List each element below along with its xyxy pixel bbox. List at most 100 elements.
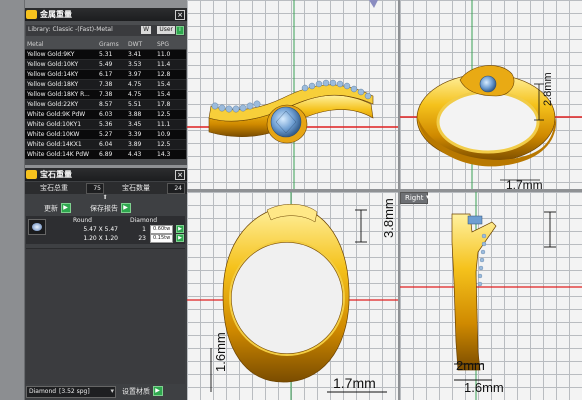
tab-user[interactable]: User <box>157 26 175 34</box>
metal-library-label: Library: Classic -(Fast)-Metal <box>28 26 113 33</box>
gem-row-go-icon[interactable]: ▶ <box>176 225 184 233</box>
viewport-front[interactable]: 3.8mm 1.6mm 1.7mm <box>187 192 398 400</box>
table-cell: 8.57 <box>97 99 126 110</box>
total-weight-label: 宝石总重 <box>40 184 68 192</box>
gem-panel-title: 宝石重量 <box>40 170 72 179</box>
table-cell: 6.89 <box>97 149 126 159</box>
material-row: Diamond [3.52 spg] ▾ 设置材质 ▶ <box>26 386 185 398</box>
gem-weight-panel: 宝石重量 × 宝石总重 75 宝石数量 24 ⬆ 更新 ▶ 保存报告 ▶ Rou… <box>24 168 187 400</box>
table-cell: 5.49 <box>97 59 126 70</box>
close-icon[interactable]: × <box>175 170 185 180</box>
viewport-name-right[interactable]: Right <box>400 192 429 204</box>
viewport-iso[interactable]: 2.8mm 1.7mm <box>400 0 582 189</box>
table-cell: 10.9 <box>155 129 186 140</box>
viewport-menu-chevron-icon[interactable]: ▾ <box>426 193 430 201</box>
table-cell: 6.17 <box>97 69 126 80</box>
table-cell: 4.43 <box>126 149 155 159</box>
gem-thumb[interactable] <box>28 219 46 235</box>
table-cell: 12.5 <box>155 109 186 120</box>
table-row[interactable]: Yellow Gold:14KY 6.17 3.97 12.8 <box>25 69 186 80</box>
close-icon[interactable]: × <box>175 10 185 20</box>
table-cell: 6.04 <box>97 139 126 150</box>
table-row[interactable]: White Gold:9K PdW 6.03 3.88 12.5 <box>25 109 186 120</box>
gem-summary-row: 宝石总重 75 宝石数量 24 <box>24 182 187 194</box>
save-report-button[interactable]: 保存报告 ▶ <box>90 203 131 214</box>
metal-weight-panel: 金属重量 × Library: Classic -(Fast)-Metal W … <box>24 8 187 165</box>
dim-label-br-3: 1.6mm <box>464 380 504 395</box>
gem-actions-row: 更新 ▶ 保存报告 ▶ <box>24 202 187 214</box>
table-cell: Yellow Gold:18KY R... <box>25 89 97 100</box>
app-logo-icon <box>26 10 37 19</box>
metal-panel-titlebar[interactable]: 金属重量 × <box>24 8 187 21</box>
table-cell: 11.4 <box>155 59 186 70</box>
table-row[interactable]: White Gold:14K PdW 6.89 4.43 14.3 <box>25 149 186 159</box>
table-cell: White Gold:14KX1 <box>25 139 97 150</box>
col-header-spg[interactable]: SPG <box>155 40 186 50</box>
dim-label-tr-1: 2.8mm <box>542 72 554 106</box>
set-material-go-icon: ▶ <box>152 386 163 396</box>
tab-w[interactable]: W <box>141 26 151 34</box>
gem-row-go-icon[interactable]: ▶ <box>176 234 184 242</box>
table-cell: White Gold:10KY1 <box>25 119 97 130</box>
table-cell: Yellow Gold:9KY <box>25 49 97 60</box>
material-select[interactable]: Diamond [3.52 spg] ▾ <box>26 386 116 398</box>
table-cell: 15.4 <box>155 89 186 100</box>
round-diamond-icon <box>32 223 42 231</box>
dim-label-tr-2: 1.7mm <box>506 178 543 189</box>
table-cell: 14.3 <box>155 149 186 159</box>
dim-label-bl-1: 3.8mm <box>381 198 396 238</box>
table-cell: White Gold:10KW <box>25 129 97 140</box>
table-row[interactable]: Yellow Gold:10KY 5.49 3.53 11.4 <box>25 59 186 70</box>
table-cell: 3.53 <box>126 59 155 70</box>
refresh-go-icon: ▶ <box>60 203 71 213</box>
table-cell: 4.75 <box>126 89 155 100</box>
table-row[interactable]: Yellow Gold:18KY R... 7.38 4.75 15.4 <box>25 89 186 100</box>
col-header-metal[interactable]: Metal <box>25 40 97 50</box>
table-cell: 3.89 <box>126 139 155 150</box>
gem-list-blank <box>26 248 185 384</box>
table-cell: 5.36 <box>97 119 126 130</box>
viewport-perspective[interactable] <box>187 0 398 189</box>
table-row[interactable]: White Gold:10KY1 5.36 3.45 11.1 <box>25 119 186 130</box>
table-cell: 4.75 <box>126 79 155 90</box>
metal-panel-title: 金属重量 <box>40 10 72 19</box>
col-header-dwt[interactable]: DWT <box>126 40 155 50</box>
table-row[interactable]: Yellow Gold:9KY 5.31 3.41 11.0 <box>25 49 186 60</box>
table-cell: 7.38 <box>97 89 126 100</box>
gem-row[interactable]: 1.20 X 1.20 23 0.15tw ▶ <box>58 234 186 243</box>
table-cell: Yellow Gold:14KY <box>25 69 97 80</box>
table-cell: White Gold:14K PdW <box>25 149 97 159</box>
metal-table: Metal Grams DWT SPG Yellow Gold:9KY 5.31 3… <box>25 40 186 159</box>
refresh-button[interactable]: 更新 ▶ <box>44 203 71 214</box>
gem-list: Round Diamond 5.47 X 5.47 1 0.60tw ▶ 1.20 X … <box>26 216 185 244</box>
table-cell: 5.51 <box>126 99 155 110</box>
info-icon[interactable]: i <box>176 26 184 35</box>
col-header-grams[interactable]: Grams <box>97 40 126 50</box>
gem-panel-titlebar[interactable]: 宝石重量 × <box>24 168 187 181</box>
table-row[interactable]: White Gold:10KW 5.27 3.39 10.9 <box>25 129 186 140</box>
gem-count-label: 宝石数量 <box>122 184 150 192</box>
gem-row[interactable]: 5.47 X 5.47 1 0.60tw ▶ <box>58 225 186 234</box>
table-cell: 3.88 <box>126 109 155 120</box>
table-cell: Yellow Gold:22KY <box>25 99 97 110</box>
table-cell: Yellow Gold:10KY <box>25 59 97 70</box>
table-row[interactable]: Yellow Gold:18KY 7.38 4.75 15.4 <box>25 79 186 90</box>
table-cell: 3.97 <box>126 69 155 80</box>
table-cell: 3.41 <box>126 49 155 60</box>
table-cell: 3.45 <box>126 119 155 130</box>
material-spg: [3.52 spg] <box>59 388 90 395</box>
table-cell: 5.31 <box>97 49 126 60</box>
table-row[interactable]: Yellow Gold:22KY 8.57 5.51 17.8 <box>25 99 186 110</box>
set-material-label: 设置材质 <box>122 387 150 396</box>
table-cell: 6.03 <box>97 109 126 120</box>
viewport-right[interactable]: 2mm 1.6mm Right ▾ <box>400 192 582 400</box>
table-cell: 12.8 <box>155 69 186 80</box>
table-cell: 17.8 <box>155 99 186 110</box>
table-row[interactable]: White Gold:14KX1 6.04 3.89 12.5 <box>25 139 186 150</box>
set-material-button[interactable]: 设置材质 ▶ <box>122 386 163 397</box>
table-cell: White Gold:9K PdW <box>25 109 97 120</box>
collapse-arrow-icon[interactable]: ⬆ <box>101 195 109 201</box>
gem-ctw: 0.15tw <box>150 234 174 243</box>
table-cell: 5.27 <box>97 129 126 140</box>
material-select-value: Diamond <box>29 388 57 395</box>
